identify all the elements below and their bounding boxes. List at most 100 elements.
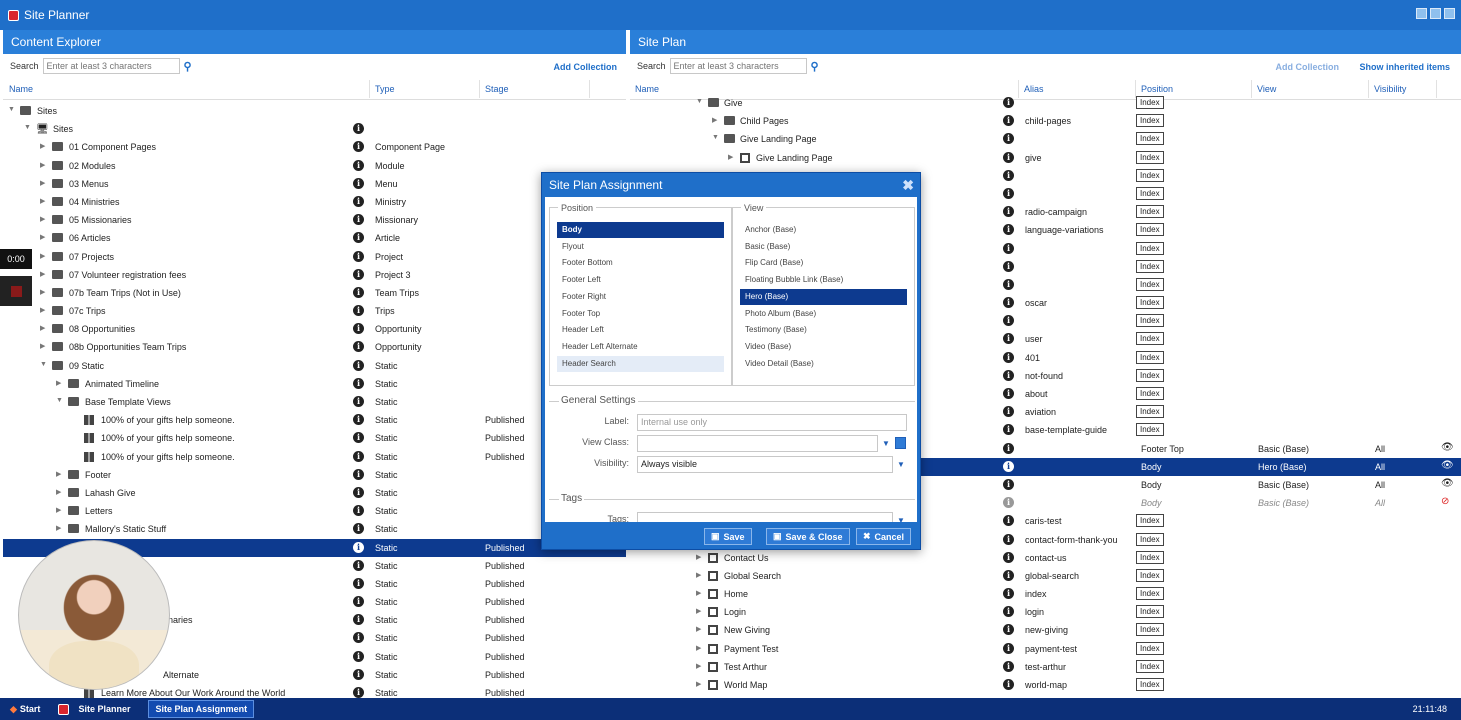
- eye-icon[interactable]: 👁: [1441, 460, 1454, 471]
- table-row[interactable]: ▶ Lahash Give i Static: [3, 484, 626, 502]
- info-icon[interactable]: i: [353, 523, 364, 535]
- info-icon[interactable]: i: [1003, 278, 1014, 290]
- chevron-right-icon[interactable]: ▶: [696, 589, 701, 597]
- col-visibility[interactable]: Visibility: [1374, 84, 1406, 94]
- index-badge[interactable]: Index: [1136, 387, 1164, 400]
- site-plan-search-input[interactable]: [669, 58, 807, 74]
- info-icon[interactable]: i: [1003, 315, 1014, 327]
- view-class-input[interactable]: [637, 435, 878, 452]
- index-badge[interactable]: Index: [1136, 368, 1164, 382]
- index-badge[interactable]: Index: [1136, 550, 1164, 564]
- info-icon[interactable]: i: [353, 596, 364, 608]
- content-explorer-search-input[interactable]: [42, 58, 180, 74]
- chevron-down-icon[interactable]: ▼: [897, 516, 905, 522]
- chevron-right-icon[interactable]: ▶: [696, 571, 701, 579]
- chevron-right-icon[interactable]: ▶: [40, 306, 45, 314]
- chevron-right-icon[interactable]: ▶: [696, 553, 701, 561]
- view-option[interactable]: Anchor (Base): [740, 222, 907, 238]
- index-badge[interactable]: Index: [1136, 241, 1164, 255]
- info-icon[interactable]: i: [1003, 224, 1014, 236]
- view-option[interactable]: Testimony (Base): [740, 322, 907, 338]
- chevron-right-icon[interactable]: ▶: [40, 324, 45, 332]
- table-row[interactable]: ▶ 07c Trips i Trips: [3, 302, 626, 320]
- chevron-right-icon[interactable]: ▶: [56, 379, 61, 387]
- index-badge[interactable]: Index: [1136, 514, 1164, 528]
- index-badge[interactable]: Index: [1136, 678, 1164, 691]
- info-icon[interactable]: i: [353, 177, 364, 189]
- table-row[interactable]: ▶ Animated Timeline i Static: [3, 375, 626, 393]
- cancel-button[interactable]: ✖ Cancel: [856, 528, 912, 545]
- show-inherited-items-button[interactable]: Show inherited items: [1359, 62, 1450, 72]
- col-stage[interactable]: Stage: [485, 84, 509, 94]
- info-icon[interactable]: i: [1003, 206, 1014, 218]
- table-row[interactable]: ▶ Login i login Index: [630, 603, 1461, 621]
- chevron-right-icon[interactable]: ▶: [56, 488, 61, 496]
- table-row[interactable]: ▶ Global Search i global-search Index: [630, 567, 1461, 585]
- info-icon[interactable]: i: [353, 559, 364, 571]
- table-row[interactable]: ▶ New Giving i new-giving Index: [630, 621, 1461, 639]
- restore-icon[interactable]: [1430, 8, 1441, 19]
- index-badge[interactable]: Index: [1136, 659, 1164, 673]
- table-row[interactable]: ▶ 08b Opportunities Team Trips i Opportunit…: [3, 338, 626, 356]
- chevron-down-icon[interactable]: ▼: [40, 361, 47, 368]
- info-icon[interactable]: i: [353, 614, 364, 626]
- chevron-right-icon[interactable]: ▶: [40, 142, 45, 150]
- chevron-right-icon[interactable]: ▶: [56, 470, 61, 478]
- index-badge[interactable]: Index: [1136, 641, 1164, 655]
- view-option[interactable]: Photo Album (Base): [740, 306, 907, 322]
- position-option[interactable]: Footer Right: [557, 289, 724, 305]
- info-icon[interactable]: i: [1003, 515, 1014, 527]
- info-icon[interactable]: i: [1003, 388, 1014, 399]
- chevron-down-icon[interactable]: ▼: [8, 106, 15, 113]
- close-icon[interactable]: ✖: [902, 177, 914, 194]
- table-row[interactable]: ▶ 07b Team Trips (Not in Use) i Team Trips: [3, 284, 626, 302]
- index-badge[interactable]: Index: [1136, 623, 1164, 637]
- index-badge[interactable]: Index: [1136, 168, 1164, 182]
- index-badge[interactable]: Index: [1136, 568, 1164, 582]
- info-icon[interactable]: i: [1003, 533, 1014, 545]
- info-icon[interactable]: i: [1003, 660, 1014, 672]
- table-row[interactable]: ▶ Footer i Static: [3, 466, 626, 484]
- info-icon[interactable]: i: [1003, 242, 1014, 254]
- close-window-icon[interactable]: [1444, 8, 1455, 19]
- table-row[interactable]: ▼ Give i Index: [630, 94, 1461, 112]
- chevron-right-icon[interactable]: ▶: [40, 197, 45, 205]
- chevron-right-icon[interactable]: ▶: [40, 161, 45, 169]
- table-row[interactable]: 100% of your gifts help someone. i Static P…: [3, 429, 626, 447]
- eye-icon[interactable]: 👁: [1441, 478, 1454, 489]
- info-icon[interactable]: i: [1003, 588, 1014, 600]
- position-option[interactable]: Footer Top: [557, 306, 724, 322]
- table-row[interactable]: 100% of your gifts help someone. i Static P…: [3, 411, 626, 429]
- index-badge[interactable]: Index: [1136, 314, 1164, 328]
- chevron-right-icon[interactable]: ▶: [696, 607, 701, 615]
- position-option[interactable]: Header Search: [557, 355, 724, 372]
- table-row[interactable]: ▶ 06 Articles i Article: [3, 229, 626, 247]
- chevron-down-icon[interactable]: ▼: [882, 439, 890, 448]
- info-icon[interactable]: i: [353, 377, 364, 389]
- index-badge[interactable]: Index: [1136, 587, 1164, 601]
- table-row[interactable]: ▶ Home i index Index: [630, 585, 1461, 603]
- chevron-down-icon[interactable]: ▼: [56, 397, 63, 404]
- visibility-select[interactable]: Always visible: [637, 456, 893, 473]
- index-badge[interactable]: Index: [1136, 96, 1164, 109]
- index-badge[interactable]: Index: [1136, 223, 1164, 237]
- taskbar-site-plan-assignment[interactable]: Site Plan Assignment: [148, 700, 255, 718]
- info-icon[interactable]: i: [1003, 260, 1014, 272]
- table-row[interactable]: ▶ Test Arthur i test-arthur Index: [630, 658, 1461, 676]
- hidden-eye-icon[interactable]: ⊘: [1441, 496, 1449, 507]
- table-row[interactable]: ▼ 🖥 Sites i: [3, 120, 626, 138]
- view-option[interactable]: Floating Bubble Link (Base): [740, 272, 907, 288]
- table-row[interactable]: ▶ Payment Test i payment-test Index: [630, 640, 1461, 658]
- dialog-title[interactable]: Site Plan Assignment: [542, 173, 920, 197]
- position-option[interactable]: Footer Bottom: [557, 255, 724, 271]
- chevron-right-icon[interactable]: ▶: [40, 252, 45, 260]
- table-row[interactable]: ▶ Give Landing Page i give Index: [630, 149, 1461, 167]
- info-icon[interactable]: i: [1003, 606, 1014, 618]
- save-button[interactable]: ▣ Save: [704, 528, 752, 545]
- table-row[interactable]: ▼ Give Landing Page i Index: [630, 130, 1461, 148]
- info-icon[interactable]: i: [353, 541, 364, 553]
- tags-input[interactable]: [637, 512, 893, 522]
- info-icon[interactable]: i: [353, 159, 364, 171]
- info-icon[interactable]: i: [1003, 369, 1014, 381]
- info-icon[interactable]: i: [1003, 115, 1014, 127]
